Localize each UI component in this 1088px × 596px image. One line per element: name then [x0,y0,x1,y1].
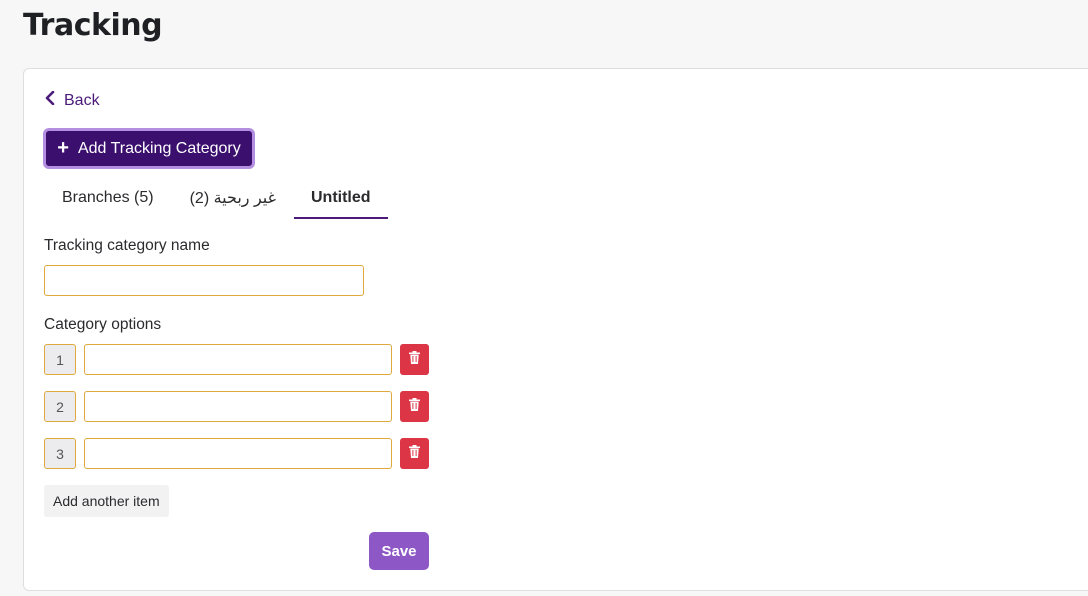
delete-option-button[interactable] [400,391,429,422]
delete-option-button[interactable] [400,438,429,469]
trash-icon [409,397,420,416]
category-name-label: Tracking category name [44,237,210,254]
delete-option-button[interactable] [400,344,429,375]
option-input[interactable] [84,438,392,469]
category-options-label: Category options [44,316,162,333]
add-another-item-button[interactable]: Add another item [44,485,169,517]
chevron-left-icon [44,90,56,110]
option-number: 2 [44,391,76,422]
category-name-input[interactable] [44,265,364,296]
trash-icon [409,350,420,369]
tab-untitled[interactable]: Untitled [293,179,388,219]
page-title: Tracking [23,8,163,43]
tab-non-profit[interactable]: غير ربحية (2) [172,179,294,219]
tab-branches[interactable]: Branches (5) [44,179,172,219]
option-number: 3 [44,438,76,469]
trash-icon [409,444,420,463]
option-input[interactable] [84,344,392,375]
plus-icon: + [57,136,69,159]
add-tracking-category-button[interactable]: + Add Tracking Category [43,128,255,169]
save-button[interactable]: Save [369,532,429,570]
tracking-card: Back + Add Tracking Category Branches (5… [23,68,1088,591]
option-number: 1 [44,344,76,375]
category-tabs: Branches (5) غير ربحية (2) Untitled [44,179,388,219]
back-link[interactable]: Back [44,90,100,110]
option-input[interactable] [84,391,392,422]
add-tracking-category-label: Add Tracking Category [77,139,241,157]
back-label: Back [64,91,100,109]
